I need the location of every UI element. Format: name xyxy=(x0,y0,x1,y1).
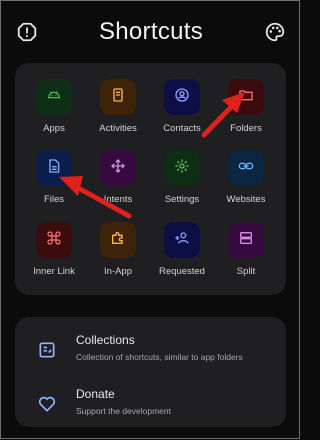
android-icon xyxy=(46,87,62,108)
tile-label: Split xyxy=(236,266,256,277)
top-bar: Shortcuts xyxy=(1,1,301,61)
apps-tile-icon xyxy=(36,79,72,115)
tile-folders[interactable]: Folders xyxy=(214,79,278,134)
heart-icon xyxy=(37,394,57,414)
screen: Shortcuts Apps Activities Contacts Folde… xyxy=(0,0,300,439)
tile-inner-link[interactable]: Inner Link xyxy=(22,222,86,277)
tile-intents[interactable]: Intents xyxy=(86,150,150,205)
tile-label: Intents xyxy=(103,194,133,205)
in-app-tile-icon xyxy=(100,222,136,258)
contacts-tile-icon xyxy=(164,79,200,115)
tile-label: Contacts xyxy=(163,123,201,134)
move-icon xyxy=(110,158,126,179)
shortcut-grid: Apps Activities Contacts Folders Files I… xyxy=(15,63,286,295)
requested-tile-icon xyxy=(164,222,200,258)
file-icon xyxy=(46,158,62,179)
donate-row[interactable]: Donate Support the development xyxy=(15,384,286,430)
link-icon xyxy=(238,158,254,179)
tile-websites[interactable]: Websites xyxy=(214,150,278,205)
tile-label: Apps xyxy=(43,123,65,134)
websites-tile-icon xyxy=(228,150,264,186)
row-title: Collections xyxy=(76,333,135,347)
row-title: Donate xyxy=(76,387,115,401)
tile-settings[interactable]: Settings xyxy=(150,150,214,205)
palette-icon[interactable] xyxy=(264,21,286,43)
info-card: Collections Collection of shortcuts, sim… xyxy=(15,317,286,427)
gear-icon xyxy=(174,158,190,179)
tile-label: Inner Link xyxy=(33,266,75,277)
tile-label: Activities xyxy=(99,123,137,134)
row-subtitle: Support the development xyxy=(76,406,171,416)
tile-label: In-App xyxy=(104,266,132,277)
split-tile-icon xyxy=(228,222,264,258)
folder-icon xyxy=(238,87,254,108)
tile-label: Websites xyxy=(226,194,266,205)
tile-label: Folders xyxy=(230,123,262,134)
book-icon xyxy=(110,87,126,108)
command-icon xyxy=(46,230,62,251)
intents-tile-icon xyxy=(100,150,136,186)
row-subtitle: Collection of shortcuts, similar to app … xyxy=(76,352,243,362)
tile-requested[interactable]: Requested xyxy=(150,222,214,277)
tile-label: Requested xyxy=(159,266,205,277)
collection-icon xyxy=(37,340,57,360)
activities-tile-icon xyxy=(100,79,136,115)
settings-tile-icon xyxy=(164,150,200,186)
add-user-icon xyxy=(174,230,190,251)
tile-activities[interactable]: Activities xyxy=(86,79,150,134)
inner-link-tile-icon xyxy=(36,222,72,258)
puzzle-icon xyxy=(110,230,126,251)
files-tile-icon xyxy=(36,150,72,186)
tile-label: Settings xyxy=(164,194,200,205)
contact-icon xyxy=(174,87,190,108)
tile-split[interactable]: Split xyxy=(214,222,278,277)
page-title: Shortcuts xyxy=(98,18,204,45)
folders-tile-icon xyxy=(228,79,264,115)
collections-row[interactable]: Collections Collection of shortcuts, sim… xyxy=(15,330,286,376)
tile-in-app[interactable]: In-App xyxy=(86,222,150,277)
tile-contacts[interactable]: Contacts xyxy=(150,79,214,134)
tile-apps[interactable]: Apps xyxy=(22,79,86,134)
tile-label: Files xyxy=(43,194,65,205)
split-icon xyxy=(238,230,254,251)
tile-files[interactable]: Files xyxy=(22,150,86,205)
